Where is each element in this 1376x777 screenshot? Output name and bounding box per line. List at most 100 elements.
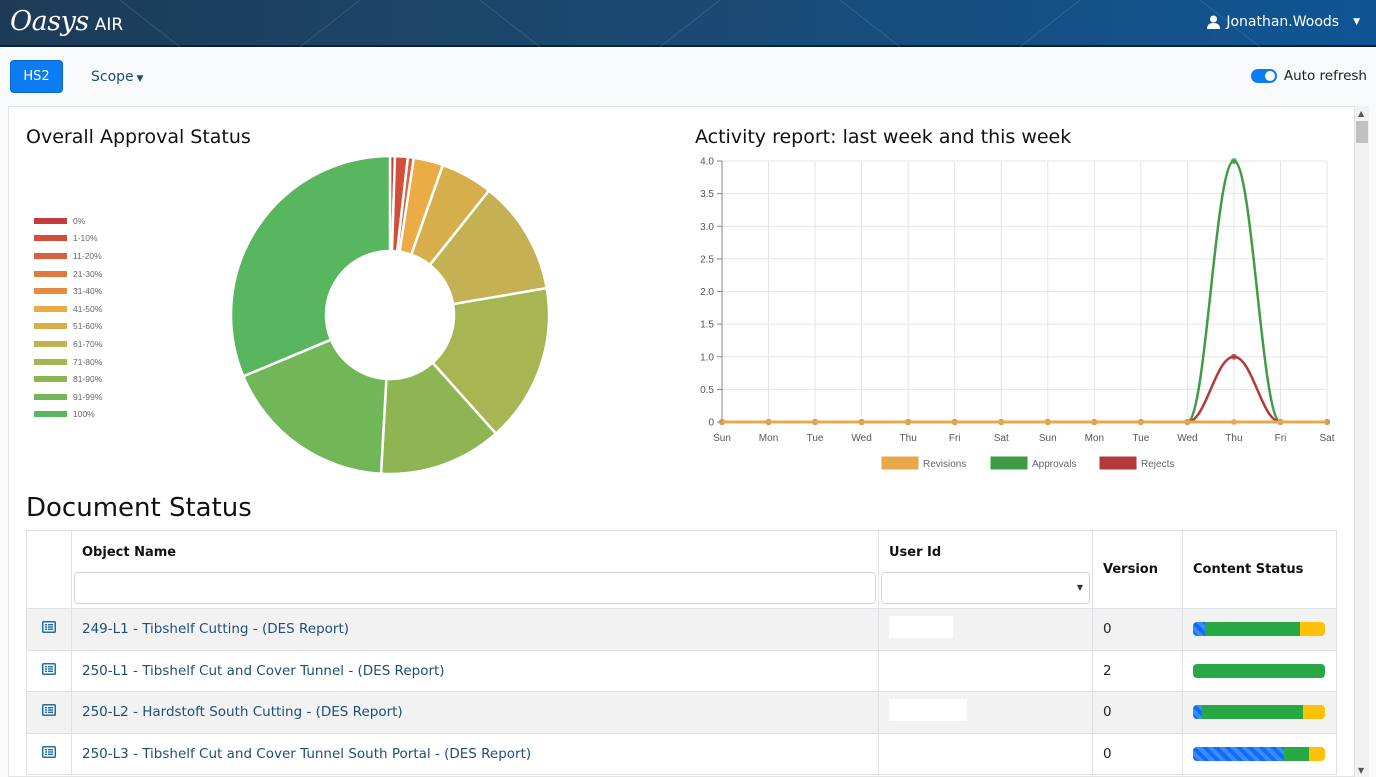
scroll-up-icon[interactable]: ▲: [1358, 109, 1364, 118]
legend-swatch: [34, 288, 67, 295]
status-segment-green: [1202, 705, 1303, 720]
row-icon-cell[interactable]: [26, 608, 72, 651]
content-status-cell: [1182, 649, 1337, 692]
row-icon-cell[interactable]: [26, 649, 72, 692]
legend-item[interactable]: 51-60%: [26, 318, 102, 336]
object-name-link[interactable]: 250-L3 - Tibshelf Cut and Cover Tunnel S…: [82, 746, 531, 762]
legend-swatch-approvals[interactable]: [990, 456, 1028, 470]
legend-item[interactable]: 100%: [26, 406, 102, 424]
data-point-revisions[interactable]: [719, 419, 725, 425]
y-tick-label: 1.0: [700, 352, 714, 363]
legend-swatch: [34, 305, 67, 312]
data-point-revisions[interactable]: [951, 419, 958, 425]
status-segment-blue: [1193, 622, 1205, 637]
auto-refresh-label: Auto refresh: [1283, 68, 1367, 84]
object-name-filter-input[interactable]: [74, 572, 876, 604]
legend-label-approvals[interactable]: Approvals: [1032, 459, 1076, 470]
y-tick-label: 2.0: [700, 287, 714, 298]
data-point-revisions[interactable]: [1091, 419, 1098, 425]
version-cell: 0: [1092, 732, 1183, 775]
data-point-revisions[interactable]: [998, 419, 1005, 425]
version-value: 0: [1103, 621, 1112, 638]
data-point-revisions[interactable]: [765, 419, 772, 425]
legend-item[interactable]: 91-99%: [26, 388, 102, 406]
x-tick-label: Mon: [1085, 433, 1104, 444]
legend-item[interactable]: 0%: [26, 212, 102, 230]
legend-item[interactable]: 41-50%: [26, 300, 102, 318]
status-segment-yellow: [1302, 705, 1325, 720]
legend-swatch: [34, 393, 67, 400]
table-row[interactable]: 250-L2 - Hardstoft South Cutting - (DES …: [26, 691, 1337, 734]
x-tick-label: Sat: [994, 433, 1009, 444]
legend-item[interactable]: 1-10%: [26, 230, 102, 248]
object-name-link[interactable]: 250-L1 - Tibshelf Cut and Cover Tunnel -…: [82, 663, 445, 679]
data-point-revisions[interactable]: [812, 419, 819, 425]
data-point-revisions[interactable]: [905, 419, 912, 425]
object-name-link[interactable]: 250-L2 - Hardstoft South Cutting - (DES …: [82, 704, 403, 720]
list-details-icon[interactable]: [42, 704, 56, 717]
legend-swatch: [34, 235, 67, 242]
scroll-down-icon[interactable]: ▼: [1358, 766, 1364, 775]
row-icon-cell[interactable]: [26, 691, 72, 734]
document-status-table: Object Name User Id ▼ Version Content St…: [26, 530, 1337, 775]
legend-item[interactable]: 21-30%: [26, 265, 102, 283]
col-header-user-id: User Id ▼: [878, 530, 1093, 609]
user-menu[interactable]: Jonathan.Woods ▼: [1207, 14, 1360, 30]
user-id-cell: [878, 691, 1093, 734]
content-status-cell: [1182, 732, 1337, 775]
app-logo[interactable]: Oasys AIR: [10, 6, 123, 37]
scope-dropdown[interactable]: Scope ▼: [91, 69, 143, 85]
donut-slice-100pct[interactable]: [229, 154, 392, 378]
table-row[interactable]: 250-L3 - Tibshelf Cut and Cover Tunnel S…: [26, 732, 1337, 775]
user-id-value: [889, 616, 953, 639]
legend-swatch-revisions[interactable]: [881, 456, 919, 470]
activity-line-chart: 0 0.5 1.0 1.5 2.0 2.5 3.0 3.5 4.0 Sun Mon Tue Wed Thu…: [700, 157, 1335, 471]
table-row[interactable]: 249-L1 - Tibshelf Cutting - (DES Report)…: [26, 608, 1337, 651]
legend-label-rejects[interactable]: Rejects: [1141, 459, 1174, 470]
user-icon: [1207, 15, 1221, 29]
user-id-cell: [878, 732, 1093, 775]
status-segment-yellow: [1299, 622, 1325, 637]
auto-refresh: Auto refresh: [1250, 68, 1367, 84]
legend-label: 1-10%: [73, 233, 98, 244]
x-tick-label: Fri: [1275, 433, 1287, 444]
list-details-icon[interactable]: [42, 662, 56, 675]
data-point-revisions[interactable]: [1184, 419, 1191, 425]
auto-refresh-toggle[interactable]: [1250, 69, 1277, 83]
data-point-revisions[interactable]: [1324, 419, 1330, 425]
legend-swatch-rejects[interactable]: [1099, 456, 1137, 470]
legend-item[interactable]: 71-80%: [26, 353, 102, 371]
object-name-link[interactable]: 249-L1 - Tibshelf Cutting - (DES Report): [82, 621, 349, 637]
legend-item[interactable]: 11-20%: [26, 247, 102, 265]
legend-item[interactable]: 31-40%: [26, 282, 102, 300]
x-tick-label: Sun: [1039, 433, 1057, 444]
scrollbar-thumb[interactable]: [1356, 121, 1368, 143]
data-point-revisions[interactable]: [1137, 419, 1144, 425]
row-icon-cell[interactable]: [26, 732, 72, 775]
data-point-revisions[interactable]: [858, 419, 865, 425]
data-point-rejects[interactable]: [1230, 353, 1237, 360]
data-point-revisions[interactable]: [1044, 419, 1051, 425]
data-point-revisions[interactable]: [1230, 419, 1237, 425]
x-tick-label: Tue: [1132, 433, 1149, 444]
project-button[interactable]: HS2: [10, 60, 63, 93]
x-tick-label: Sat: [1319, 433, 1334, 444]
user-id-value: [889, 699, 967, 722]
col-header-icon: [26, 530, 72, 609]
data-point-revisions[interactable]: [1277, 419, 1284, 425]
legend-swatch: [34, 270, 67, 277]
version-cell: 0: [1092, 691, 1183, 734]
y-tick-label: 4.0: [700, 157, 714, 168]
legend-item[interactable]: 61-70%: [26, 335, 102, 353]
legend-swatch: [34, 323, 67, 330]
table-row[interactable]: 250-L1 - Tibshelf Cut and Cover Tunnel -…: [26, 649, 1337, 692]
list-details-icon[interactable]: [42, 621, 56, 634]
user-id-filter-select[interactable]: ▼: [881, 572, 1090, 604]
list-details-icon[interactable]: [42, 745, 56, 758]
x-tick-label: Wed: [851, 433, 871, 444]
legend-item[interactable]: 81-90%: [26, 370, 102, 388]
content-status-bar: [1193, 663, 1325, 678]
legend-label-revisions[interactable]: Revisions: [923, 459, 966, 470]
background-pattern: [119, 0, 1261, 47]
data-point-approvals[interactable]: [1230, 158, 1237, 164]
